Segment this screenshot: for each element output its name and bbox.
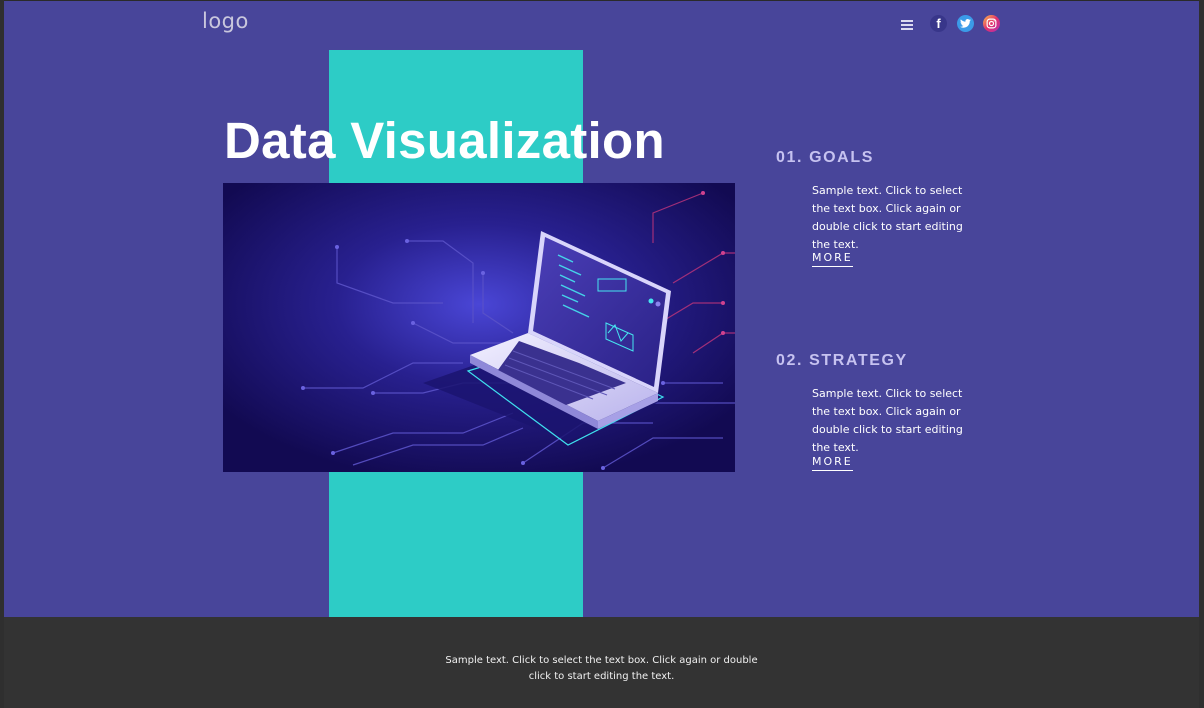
footer-text: Sample text. Click to select the text bo… bbox=[4, 653, 1199, 685]
twitter-bird-glyph bbox=[960, 19, 971, 28]
instagram-icon[interactable] bbox=[983, 15, 1000, 32]
window-right-edge bbox=[1199, 0, 1204, 708]
twitter-icon[interactable] bbox=[957, 15, 974, 32]
footer-text-line-1: Sample text. Click to select the text bo… bbox=[445, 655, 758, 666]
footer: Sample text. Click to select the text bo… bbox=[4, 617, 1199, 708]
goals-text: Sample text. Click to select the text bo… bbox=[812, 184, 963, 251]
logo[interactable]: logo bbox=[202, 9, 249, 33]
page: logo f Data Visualization 01. GOALS Samp… bbox=[0, 0, 1204, 708]
facebook-glyph: f bbox=[936, 16, 941, 31]
facebook-icon[interactable]: f bbox=[930, 15, 947, 32]
instagram-camera-glyph bbox=[986, 18, 997, 29]
laptop-circuit-illustration bbox=[223, 183, 735, 472]
hamburger-icon[interactable] bbox=[901, 19, 913, 30]
strategy-heading: 02. STRATEGY bbox=[776, 352, 908, 369]
hero-title: Data Visualization bbox=[224, 112, 665, 169]
hero-section: logo f Data Visualization 01. GOALS Samp… bbox=[4, 1, 1199, 617]
footer-text-line-2: click to start editing the text. bbox=[528, 671, 675, 682]
strategy-text: Sample text. Click to select the text bo… bbox=[812, 387, 963, 454]
goals-more-link[interactable]: MORE bbox=[812, 251, 853, 267]
strategy-more-link[interactable]: MORE bbox=[812, 455, 853, 471]
illustration-graphic bbox=[223, 183, 735, 472]
goals-heading: 01. GOALS bbox=[776, 149, 874, 166]
